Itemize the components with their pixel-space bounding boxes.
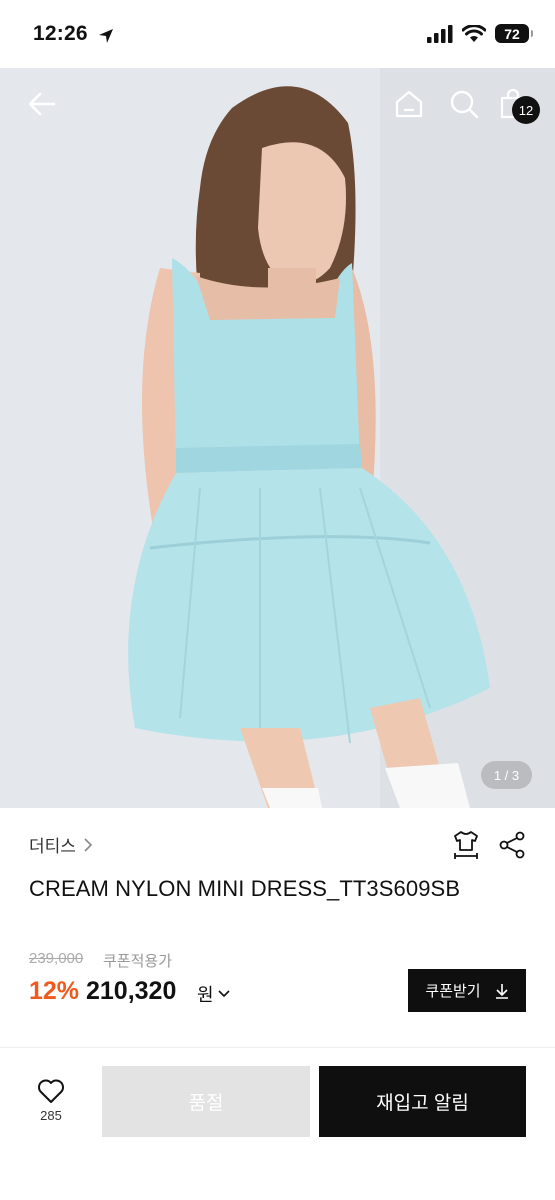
status-icons: 72: [427, 24, 533, 43]
sale-price: 210,320: [86, 977, 177, 1005]
coupon-button-label: 쿠폰받기: [425, 983, 481, 1000]
signal-icon: [427, 24, 453, 43]
wifi-icon: [462, 24, 486, 42]
brand-link[interactable]: 더티스: [29, 832, 94, 857]
share-icon[interactable]: [498, 830, 526, 860]
image-page-indicator: 1 / 3: [481, 761, 532, 789]
discount-rate: 12%: [29, 977, 80, 1005]
status-bar: 12:26 72: [0, 0, 555, 68]
like-button[interactable]: 285: [28, 1078, 74, 1130]
download-icon: [495, 983, 508, 999]
cart-count-badge: 12: [512, 96, 540, 124]
home-button[interactable]: [393, 88, 425, 123]
original-price: 239,000: [29, 950, 84, 967]
search-button[interactable]: [448, 88, 480, 123]
brand-name: 더티스: [29, 837, 76, 856]
section-divider: [0, 1047, 555, 1048]
chevron-down-icon: [217, 990, 230, 998]
soldout-button: 품절: [102, 1066, 310, 1137]
status-time: 12:26: [33, 22, 88, 45]
coupon-price-label: 쿠폰적용가: [103, 953, 173, 970]
chevron-right-icon: [84, 837, 93, 852]
location-arrow-icon: [99, 29, 113, 43]
product-actions: [452, 830, 526, 860]
price-detail-toggle[interactable]: 원: [197, 981, 230, 1007]
back-button[interactable]: [26, 88, 58, 123]
heart-icon: [38, 1079, 64, 1103]
coupon-download-button[interactable]: 쿠폰받기: [408, 969, 526, 1012]
product-image-carousel[interactable]: [0, 68, 555, 808]
currency-label: 원: [197, 985, 214, 1005]
product-photo: [0, 68, 555, 808]
back-arrow-icon: [28, 92, 56, 116]
home-icon: [395, 90, 423, 118]
battery-indicator: 72: [495, 24, 533, 43]
restock-alert-button[interactable]: 재입고 알림: [319, 1066, 526, 1137]
product-title: CREAM NYLON MINI DRESS_TT3S609SB: [29, 876, 461, 901]
like-count: 285: [40, 1108, 62, 1123]
size-guide-icon[interactable]: [452, 830, 480, 860]
search-icon: [450, 90, 479, 119]
